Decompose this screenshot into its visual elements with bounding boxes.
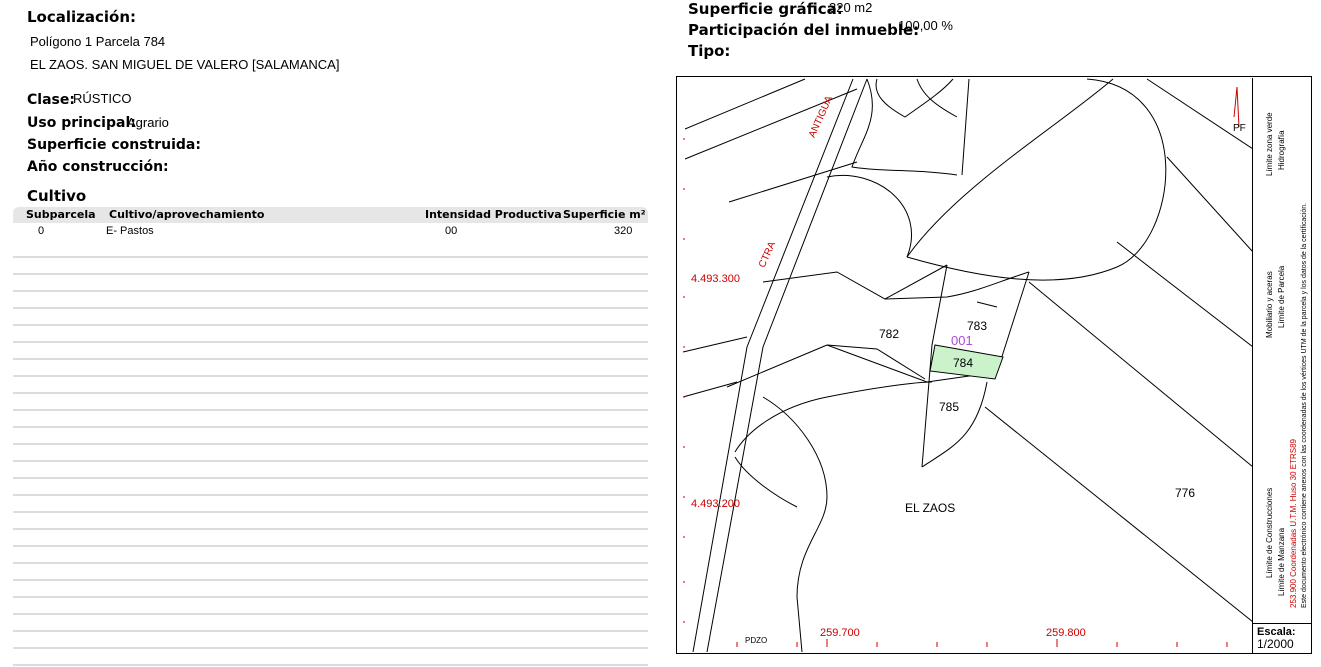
boundary-line bbox=[728, 161, 858, 203]
boundary-line bbox=[684, 78, 806, 130]
legend-mobiliario: Mobiliario y aceras bbox=[1265, 271, 1274, 338]
boundary-line bbox=[762, 396, 828, 652]
parcel-label-785: 785 bbox=[939, 400, 960, 414]
legend-zona-verde: Límite zona verde bbox=[1265, 112, 1274, 176]
bottom-label: PDZO bbox=[745, 636, 768, 645]
legend-note: Este documento electrónico contiene anex… bbox=[1301, 202, 1308, 608]
coord-y-label: 4.493.200 bbox=[691, 498, 740, 510]
place-label: EL ZAOS bbox=[905, 501, 956, 515]
tipo-label: Tipo: bbox=[688, 42, 731, 60]
localizacion-line1: Polígono 1 Parcela 784 bbox=[30, 34, 166, 49]
axis-ticks bbox=[683, 138, 1228, 647]
north-label: PF bbox=[1233, 123, 1246, 134]
road-edge bbox=[706, 78, 868, 652]
coord-x-label: 259.700 bbox=[820, 627, 860, 639]
col-header-subparcela: Subparcela bbox=[26, 208, 96, 221]
sup-grafica-label: Superficie gráfica: bbox=[688, 0, 843, 18]
coord-x-label: 259.800 bbox=[1046, 627, 1086, 639]
uso-value: Agrario bbox=[127, 115, 169, 130]
boundary-line bbox=[682, 381, 738, 398]
map-scale: Escala: 1/2000 bbox=[1252, 623, 1311, 654]
legend-manzana: Límite de Manzana bbox=[1277, 527, 1286, 596]
empty-table-rows bbox=[13, 241, 648, 667]
boundary-line bbox=[851, 78, 958, 176]
boundary-line bbox=[921, 381, 988, 468]
legend-parcela: Límite de Parcela bbox=[1277, 265, 1286, 328]
boundary-line bbox=[682, 336, 748, 353]
cell-subparcela: 0 bbox=[38, 225, 45, 237]
boundary-line bbox=[875, 78, 954, 118]
boundary-line bbox=[1166, 156, 1253, 253]
boundary-line bbox=[1028, 281, 1253, 468]
north-arrow-icon bbox=[1233, 86, 1240, 128]
boundary-line bbox=[884, 271, 1030, 300]
cell-superficie: 320 bbox=[614, 225, 633, 237]
cadastral-map: 4.493.300 4.493.200 259.700 259.800 PDZO… bbox=[676, 76, 1312, 654]
col-header-superficie: Superficie m² bbox=[563, 208, 646, 221]
clase-label: Clase: bbox=[27, 92, 75, 108]
parcel-label-784: 784 bbox=[953, 356, 974, 370]
anio-label: Año construcción: bbox=[27, 159, 169, 175]
legend-coordinates: 253.900 Coordenadas U.T.M. Huso 30 ETRS8… bbox=[1289, 439, 1298, 608]
road-edge bbox=[692, 78, 854, 652]
boundary-line bbox=[1116, 241, 1253, 348]
parcel-label-776: 776 bbox=[1175, 486, 1196, 500]
boundary-line bbox=[984, 406, 1253, 623]
cultivo-title: Cultivo bbox=[27, 187, 87, 205]
parcel-label-782: 782 bbox=[879, 327, 900, 341]
cell-intensidad: 00 bbox=[445, 225, 458, 237]
legend-hidrografia: Hidrografía bbox=[1277, 130, 1286, 170]
parcel-label-783: 783 bbox=[967, 319, 988, 333]
col-header-cultivo: Cultivo/aprovechamiento bbox=[109, 208, 265, 221]
uso-label: Uso principal: bbox=[27, 115, 136, 131]
cultivo-table-header: Subparcela Cultivo/aprovechamiento Inten… bbox=[13, 207, 648, 223]
localizacion-line2: EL ZAOS. SAN MIGUEL DE VALERO [SALAMANCA… bbox=[30, 57, 340, 72]
clase-value: RÚSTICO bbox=[73, 91, 132, 106]
scale-value: 1/2000 bbox=[1257, 637, 1294, 651]
cultivo-table: Subparcela Cultivo/aprovechamiento Inten… bbox=[13, 207, 648, 667]
legend-construcciones: Límite de Construcciones bbox=[1265, 487, 1274, 578]
boundary-line bbox=[961, 78, 970, 176]
sup-grafica-value: 320 m2 bbox=[829, 0, 873, 15]
boundary-line bbox=[734, 381, 933, 453]
boundary-line bbox=[976, 301, 998, 308]
boundary-line bbox=[734, 456, 798, 508]
boundary-line bbox=[762, 264, 948, 300]
participacion-label: Participación del inmueble: bbox=[688, 21, 920, 39]
localizacion-label: Localización: bbox=[27, 8, 137, 26]
cell-cultivo: E- Pastos bbox=[106, 225, 154, 237]
boundary-line bbox=[916, 78, 958, 118]
participacion-value: 100,00 % bbox=[898, 18, 953, 33]
boundary-line bbox=[826, 175, 913, 258]
col-header-intensidad: Intensidad Productiva bbox=[425, 208, 562, 221]
parcel-label-001: 001 bbox=[951, 333, 973, 348]
coord-y-label: 4.493.300 bbox=[691, 273, 740, 285]
boundary-line bbox=[726, 344, 828, 388]
sup-construida-label: Superficie construida: bbox=[27, 137, 201, 153]
map-legend: Límite de Manzana Límite de Parcela Hidr… bbox=[1252, 78, 1311, 623]
